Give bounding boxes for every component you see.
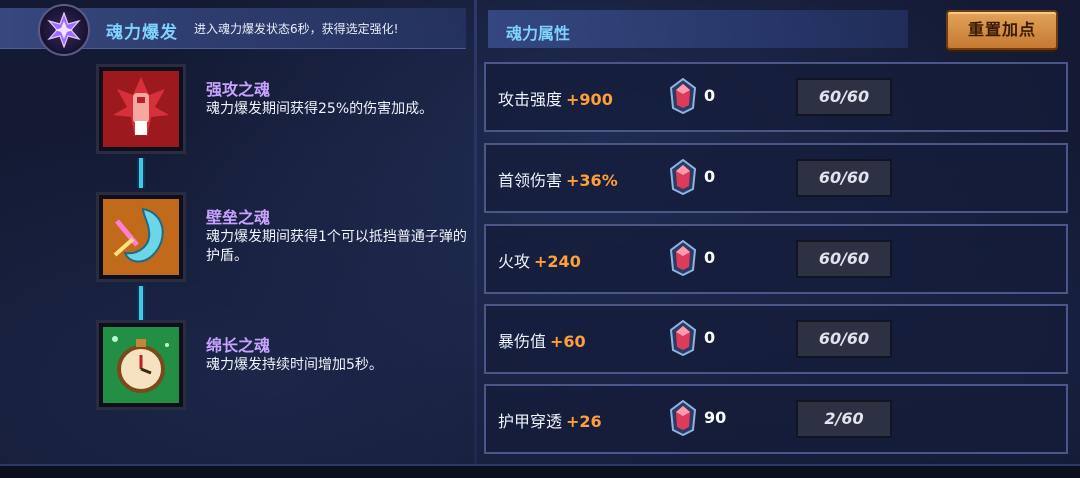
- skill-icon-frame: [96, 320, 186, 410]
- skill-name: 强攻之魂: [206, 80, 271, 99]
- attribute-bonus: +36%: [566, 171, 618, 190]
- burst-description: 进入魂力爆发状态6秒，获得选定强化!: [194, 22, 399, 36]
- shield-swirl-icon: [103, 199, 179, 275]
- skill-item-endurance[interactable]: 绵长之魂 魂力爆发持续时间增加5秒。: [96, 320, 476, 410]
- burst-title: 魂力爆发: [106, 23, 178, 43]
- soul-gem-icon: [669, 320, 697, 356]
- skill-name: 绵长之魂: [206, 336, 271, 355]
- soul-gem-icon: [669, 400, 697, 436]
- gem-count: 0: [704, 86, 716, 105]
- attribute-name: 暴伤值: [498, 332, 547, 351]
- gem-count: 90: [704, 408, 727, 427]
- gem-count: 0: [704, 328, 716, 347]
- level-display: 2/60: [796, 400, 892, 438]
- reset-points-button[interactable]: 重置加点: [946, 10, 1058, 50]
- attribute-row[interactable]: 火攻 +240 0 60/60: [484, 224, 1068, 294]
- skill-description: 魂力爆发期间获得25%的伤害加成。: [206, 101, 434, 117]
- skill-icon-frame: [96, 192, 186, 282]
- attribute-row[interactable]: 攻击强度 +900 0 60/60: [484, 62, 1068, 132]
- soul-gem-icon: [669, 78, 697, 114]
- level-display: 60/60: [796, 78, 892, 116]
- skill-connector: [137, 158, 145, 188]
- gem-count: 0: [704, 248, 716, 267]
- bottom-bar: [0, 464, 1080, 478]
- attribute-bonus: +240: [534, 252, 581, 271]
- panel-divider: [474, 0, 477, 478]
- attribute-bonus: +900: [566, 90, 613, 109]
- skill-item-strong-attack[interactable]: 强攻之魂 魂力爆发期间获得25%的伤害加成。: [96, 64, 476, 154]
- soul-gem-icon: [669, 159, 697, 195]
- attribute-bonus: +60: [550, 332, 586, 351]
- level-display: 60/60: [796, 240, 892, 278]
- attribute-row[interactable]: 首领伤害 +36% 0 60/60: [484, 143, 1068, 213]
- red-fist-icon: [103, 71, 179, 147]
- attributes-title: 魂力属性: [506, 24, 571, 43]
- level-display: 60/60: [796, 320, 892, 358]
- attribute-name: 攻击强度: [498, 90, 563, 109]
- attribute-name: 火攻: [498, 252, 531, 271]
- attribute-name: 首领伤害: [498, 171, 563, 190]
- level-display: 60/60: [796, 159, 892, 197]
- attribute-row[interactable]: 护甲穿透 +26 90 2/60: [484, 384, 1068, 454]
- skill-connector: [137, 286, 145, 320]
- attribute-bonus: +26: [566, 412, 602, 431]
- soul-burst-icon: [38, 4, 90, 56]
- skill-name: 壁垒之魂: [206, 208, 271, 227]
- attribute-name: 护甲穿透: [498, 412, 563, 431]
- gem-count: 0: [704, 167, 716, 186]
- attribute-row[interactable]: 暴伤值 +60 0 60/60: [484, 304, 1068, 374]
- soul-gem-icon: [669, 240, 697, 276]
- stopwatch-icon: [103, 327, 179, 403]
- skill-icon-frame: [96, 64, 186, 154]
- skill-description: 魂力爆发期间获得1个可以抵挡普通子弹的护盾。: [206, 229, 467, 264]
- skill-description: 魂力爆发持续时间增加5秒。: [206, 357, 383, 373]
- skill-item-bulwark[interactable]: 壁垒之魂 魂力爆发期间获得1个可以抵挡普通子弹的护盾。: [96, 192, 476, 282]
